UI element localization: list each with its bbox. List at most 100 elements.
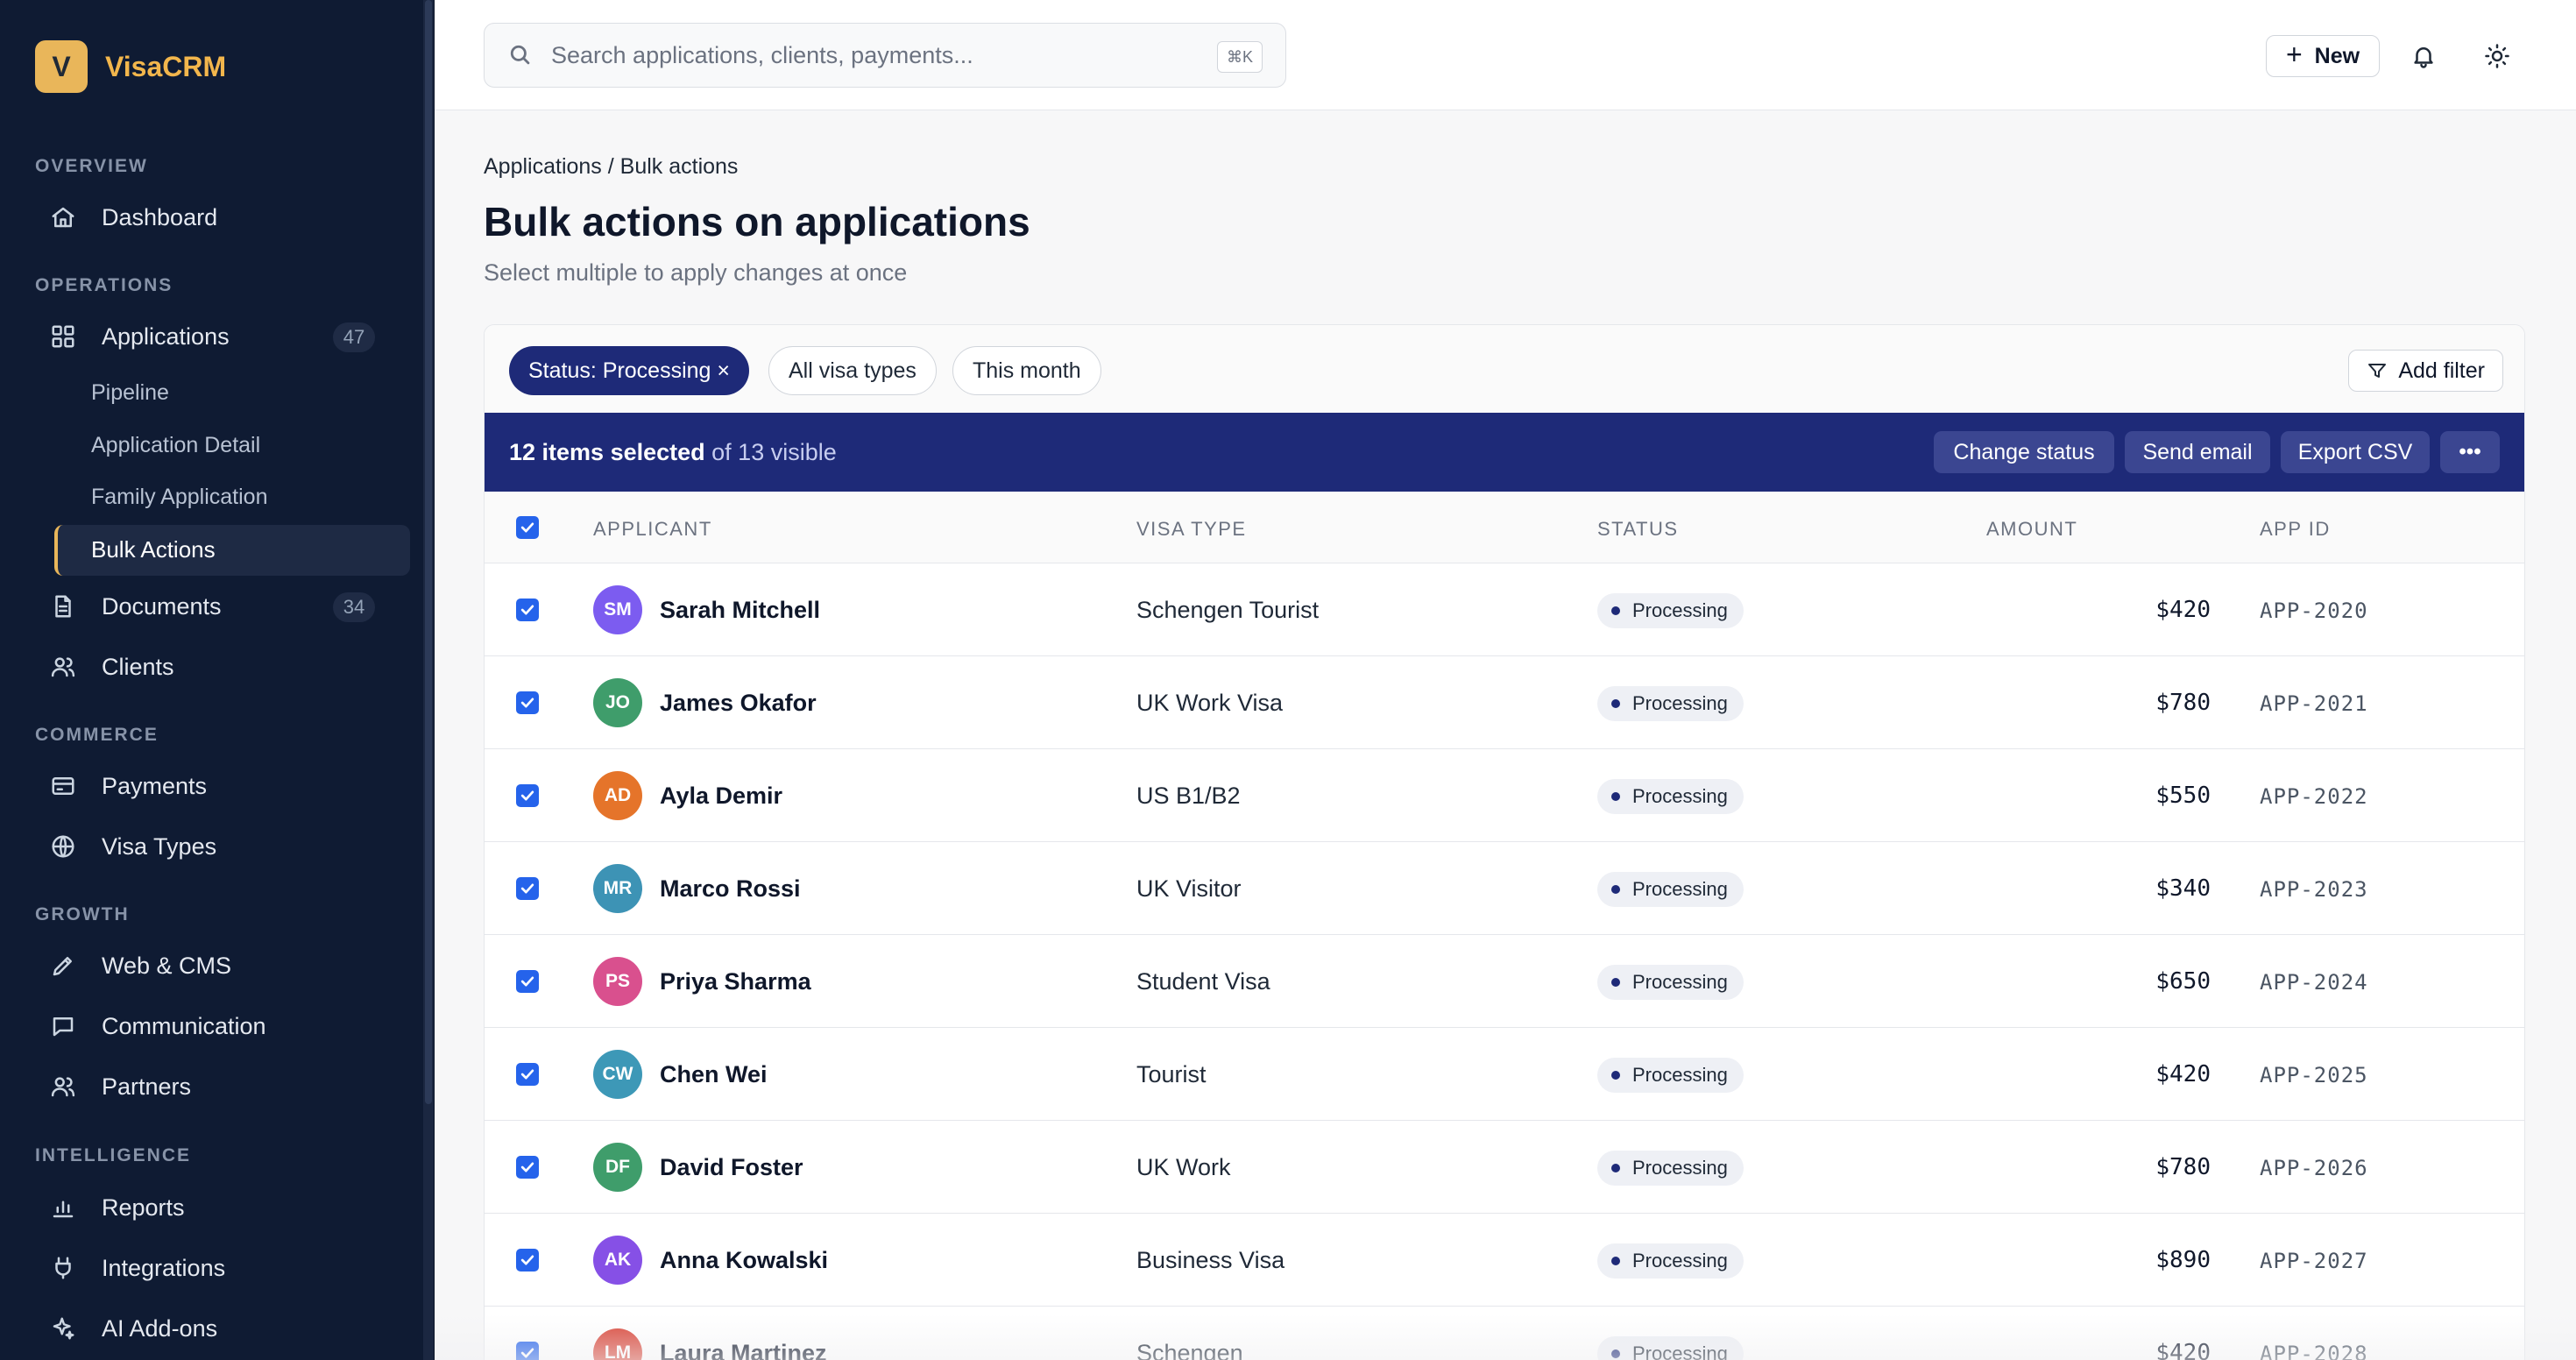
sidebar-scrollbar-thumb[interactable]: [425, 0, 432, 1104]
export-csv-button[interactable]: Export CSV: [2281, 431, 2430, 473]
status-dot-icon: [1611, 1164, 1620, 1172]
bell-icon[interactable]: [2406, 39, 2441, 74]
sidebar-item-payments[interactable]: Payments: [35, 760, 410, 812]
amount: $780: [2155, 1154, 2211, 1180]
sidebar-item-partners[interactable]: Partners: [35, 1060, 410, 1113]
sidebar-item-reports[interactable]: Reports: [35, 1181, 410, 1234]
breadcrumb[interactable]: Applications / Bulk actions: [484, 154, 738, 180]
app-id[interactable]: APP-2025: [2260, 1063, 2368, 1087]
applicant-name[interactable]: David Foster: [660, 1154, 803, 1181]
sidebar-item-applications[interactable]: Applications 47: [35, 310, 410, 363]
row-checkbox[interactable]: [516, 784, 539, 807]
app-id[interactable]: APP-2024: [2260, 970, 2368, 995]
applicant-name[interactable]: James Okafor: [660, 690, 817, 717]
app-id[interactable]: APP-2026: [2260, 1156, 2368, 1180]
status-label: Processing: [1632, 692, 1728, 714]
status-label: Processing: [1632, 971, 1728, 993]
row-checkbox[interactable]: [516, 1342, 539, 1360]
sidebar-item-label: Documents: [102, 592, 222, 620]
table-row[interactable]: DF David Foster UK Work Processing $780 APP-2…: [485, 1121, 2524, 1214]
app-id[interactable]: APP-2021: [2260, 691, 2368, 716]
applicant-name[interactable]: Marco Rossi: [660, 875, 801, 903]
table-row[interactable]: PS Priya Sharma Student Visa Processing $650…: [485, 935, 2524, 1028]
sidebar-item-communication[interactable]: Communication: [35, 1000, 410, 1052]
sidebar-subitem-pipeline[interactable]: Pipeline: [91, 380, 169, 406]
add-filter-button[interactable]: Add filter: [2348, 350, 2503, 392]
table-row[interactable]: AK Anna Kowalski Business Visa Processing $8…: [485, 1214, 2524, 1307]
applicant-name[interactable]: Chen Wei: [660, 1061, 768, 1088]
page-title: Bulk actions on applications: [484, 199, 1030, 244]
sidebar-item-label: Visa Types: [102, 832, 217, 860]
selected-count: 12 items selected: [509, 439, 705, 465]
filter-chip-date[interactable]: This month: [952, 346, 1101, 395]
new-button[interactable]: + New: [2266, 35, 2380, 77]
applicant-name[interactable]: Priya Sharma: [660, 968, 811, 995]
sidebar-item-web-cms[interactable]: Web & CMS: [35, 939, 410, 992]
filter-chip-visa-types[interactable]: All visa types: [768, 346, 937, 395]
table-row[interactable]: JO James Okafor UK Work Visa Processing $780…: [485, 656, 2524, 749]
visible-count: of 13 visible: [711, 439, 837, 465]
applicant-name[interactable]: Anna Kowalski: [660, 1247, 828, 1274]
row-checkbox[interactable]: [516, 1249, 539, 1271]
sidebar-item-clients[interactable]: Clients: [35, 641, 410, 693]
app-id[interactable]: APP-2022: [2260, 784, 2368, 809]
app-id[interactable]: APP-2027: [2260, 1249, 2368, 1273]
row-checkbox[interactable]: [516, 970, 539, 993]
amount: $550: [2155, 783, 2211, 809]
amount: $340: [2155, 875, 2211, 902]
visa-type: Schengen Tourist: [1136, 597, 1320, 623]
row-checkbox[interactable]: [516, 691, 539, 714]
sidebar-item-documents[interactable]: Documents 34: [35, 580, 410, 633]
more-actions-icon[interactable]: •••: [2440, 431, 2500, 473]
table-row[interactable]: CW Chen Wei Tourist Processing $420 APP-2025: [485, 1028, 2524, 1121]
brand[interactable]: V VisaCRM: [35, 40, 226, 93]
add-filter-label: Add filter: [2398, 358, 2485, 383]
change-status-button[interactable]: Change status: [1934, 431, 2114, 473]
row-checkbox[interactable]: [516, 877, 539, 900]
applicant-name[interactable]: Laura Martinez: [660, 1340, 827, 1360]
sidebar-item-dashboard[interactable]: Dashboard: [35, 191, 410, 244]
selection-summary: 12 items selected of 13 visible: [509, 439, 837, 466]
sidebar-item-label: Web & CMS: [102, 952, 232, 979]
sidebar-item-integrations[interactable]: Integrations: [35, 1242, 410, 1294]
app-id[interactable]: APP-2020: [2260, 599, 2368, 623]
column-visa-type[interactable]: VISA TYPE: [1136, 518, 1247, 541]
status-dot-icon: [1611, 699, 1620, 708]
visa-type: UK Visitor: [1136, 875, 1242, 902]
column-applicant[interactable]: APPLICANT: [593, 518, 712, 541]
sidebar-subitem-label: Bulk Actions: [91, 536, 216, 563]
column-status[interactable]: STATUS: [1597, 518, 1679, 541]
users-icon: [49, 1073, 77, 1101]
applicant-name[interactable]: Ayla Demir: [660, 783, 782, 810]
app-id[interactable]: APP-2028: [2260, 1342, 2368, 1360]
table-row[interactable]: MR Marco Rossi UK Visitor Processing $340 APP…: [485, 842, 2524, 935]
theme-toggle-sun-icon[interactable]: [2480, 39, 2515, 74]
visa-type: US B1/B2: [1136, 783, 1241, 809]
search-input[interactable]: [551, 41, 1182, 69]
status-label: Processing: [1632, 1250, 1728, 1271]
row-checkbox[interactable]: [516, 599, 539, 621]
table-row[interactable]: AD Ayla Demir US B1/B2 Processing $550 APP-20…: [485, 749, 2524, 842]
home-icon: [49, 203, 77, 231]
filter-chip-status[interactable]: Status: Processing ×: [509, 346, 749, 395]
column-app-id[interactable]: APP ID: [2260, 518, 2331, 541]
row-checkbox[interactable]: [516, 1063, 539, 1086]
status-dot-icon: [1611, 1257, 1620, 1265]
sidebar-item-visa-types[interactable]: Visa Types: [35, 820, 410, 873]
row-checkbox[interactable]: [516, 1156, 539, 1179]
applicant-name[interactable]: Sarah Mitchell: [660, 597, 820, 624]
table-row[interactable]: LM Laura Martinez Schengen Processing $420 AP…: [485, 1307, 2524, 1360]
sidebar-scrollbar[interactable]: [423, 0, 434, 1360]
topbar: ⌘K + New: [435, 0, 2576, 110]
app-id[interactable]: APP-2023: [2260, 877, 2368, 902]
sidebar-subitem-application-detail[interactable]: Application Detail: [91, 433, 260, 458]
send-email-button[interactable]: Send email: [2125, 431, 2270, 473]
sidebar-subitem-family-application[interactable]: Family Application: [91, 485, 267, 510]
sidebar-subitem-bulk-actions[interactable]: Bulk Actions: [54, 525, 410, 576]
sidebar-item-ai-addons[interactable]: AI Add-ons: [35, 1302, 410, 1355]
status-dot-icon: [1611, 885, 1620, 894]
column-amount[interactable]: AMOUNT: [1986, 518, 2077, 541]
search-box[interactable]: ⌘K: [484, 23, 1286, 88]
table-row[interactable]: SM Sarah Mitchell Schengen Tourist Processi…: [485, 563, 2524, 656]
select-all-checkbox[interactable]: [516, 516, 539, 539]
